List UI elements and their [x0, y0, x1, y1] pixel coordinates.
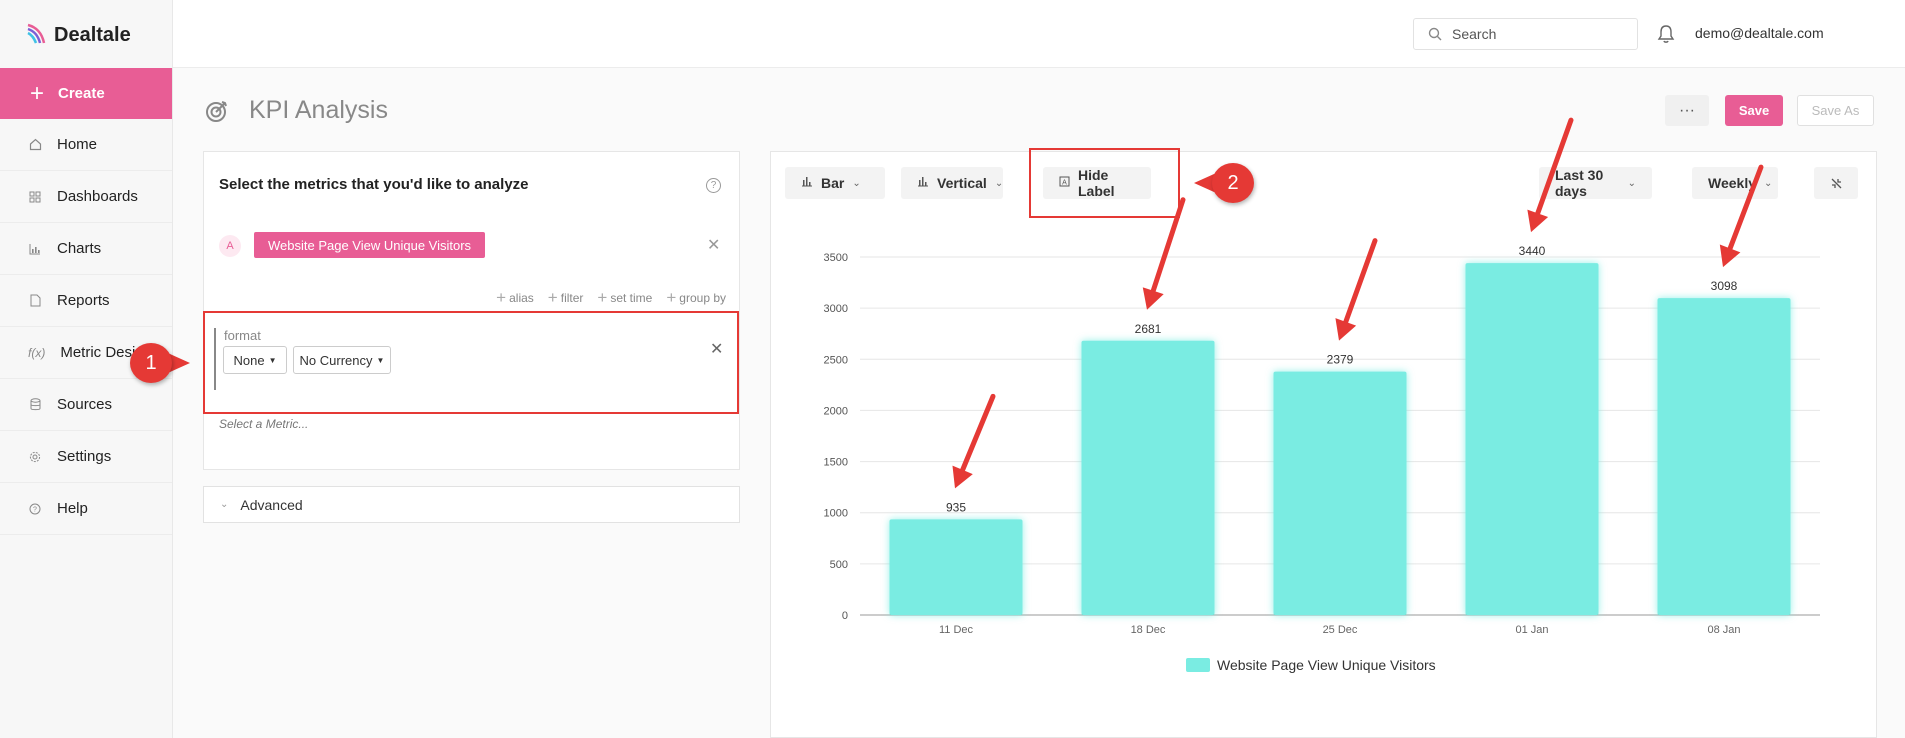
annotation-arrows — [952, 117, 1764, 489]
arrow-shaft — [1150, 197, 1186, 294]
arrow-shaft — [960, 393, 996, 473]
arrow-shaft — [1535, 117, 1574, 216]
arrow-shaft — [1727, 164, 1764, 251]
arrow-shaft — [1343, 238, 1378, 325]
